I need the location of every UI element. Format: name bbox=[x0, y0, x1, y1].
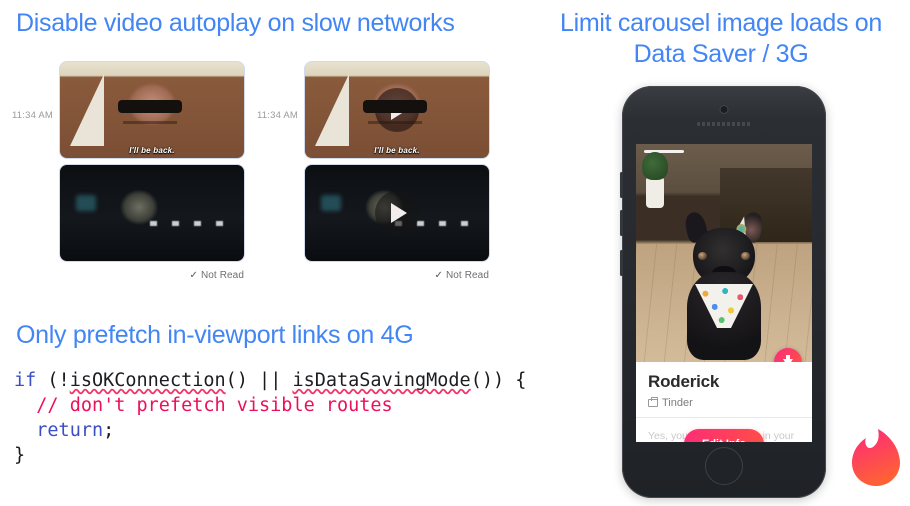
check-icon: ✓ bbox=[434, 270, 443, 281]
chat-column-click-to-play: 11:34 AM I'll be back. ✓ Not Read bbox=[255, 62, 500, 281]
page-title-code-section: Only prefetch in-viewport links on 4G bbox=[16, 321, 414, 349]
video-thumbnail[interactable]: I'll be back. bbox=[60, 62, 244, 158]
video-thumbnail[interactable]: I'll be back. bbox=[305, 62, 489, 158]
code-token: // don't prefetch visible routes bbox=[14, 395, 393, 416]
profile-name: Roderick bbox=[648, 372, 720, 391]
camera-icon bbox=[719, 105, 729, 114]
page-title-left: Disable video autoplay on slow networks bbox=[16, 9, 455, 37]
dog-eye-right bbox=[741, 252, 750, 260]
chat-column-autoplay: 11:34 AM I'll be back. ✓ Not Read bbox=[10, 62, 255, 281]
code-token: () || bbox=[225, 370, 293, 391]
home-button[interactable] bbox=[705, 447, 743, 485]
message-timestamp: 11:34 AM bbox=[257, 110, 299, 121]
play-icon[interactable] bbox=[375, 88, 419, 132]
code-token: return bbox=[36, 420, 104, 441]
message-status-label: Not Read bbox=[445, 270, 489, 281]
dog-eye-left bbox=[698, 252, 707, 260]
profile-source-label: Tinder bbox=[662, 397, 693, 409]
check-icon: ✓ bbox=[189, 270, 198, 281]
chat-message: 11:34 AM I'll be back. ✓ Not Read bbox=[10, 62, 255, 281]
profile-photo bbox=[636, 144, 812, 362]
message-timestamp: 11:34 AM bbox=[12, 110, 54, 121]
code-token: ()) { bbox=[470, 370, 527, 391]
code-token: isDataSavingMode bbox=[292, 370, 471, 391]
edit-info-button[interactable]: Edit Info bbox=[684, 429, 764, 442]
video-thumbnail-group: I'll be back. bbox=[60, 62, 244, 261]
speaker-grille bbox=[697, 122, 751, 126]
dog-subject bbox=[676, 210, 772, 362]
play-icon[interactable] bbox=[375, 191, 419, 235]
code-token: ; bbox=[103, 420, 115, 441]
code-line: return; bbox=[14, 418, 526, 443]
code-line: if (!isOKConnection() || isDataSavingMod… bbox=[14, 368, 526, 393]
chat-message: 11:34 AM I'll be back. ✓ Not Read bbox=[255, 62, 500, 281]
profile-bio: Yes, you can use Tinder in your browser,… bbox=[636, 418, 812, 442]
slide-root: Disable video autoplay on slow networks … bbox=[0, 0, 910, 506]
code-token: if bbox=[14, 370, 37, 391]
code-token: (! bbox=[36, 370, 70, 391]
profile-card-header: Roderick Tinder bbox=[636, 362, 812, 417]
code-line: } bbox=[14, 443, 526, 468]
briefcase-icon bbox=[648, 397, 658, 407]
phone-mockup: Roderick Tinder Yes, you can use Tinder … bbox=[620, 86, 826, 498]
video-thumbnail[interactable] bbox=[305, 165, 489, 261]
page-title-right: Limit carousel image loads on Data Saver… bbox=[559, 9, 883, 68]
code-token: } bbox=[14, 445, 26, 466]
video-caption: I'll be back. bbox=[129, 146, 175, 155]
video-caption: I'll be back. bbox=[374, 146, 420, 155]
code-block: if (!isOKConnection() || isDataSavingMod… bbox=[14, 368, 526, 468]
code-token: isOKConnection bbox=[69, 370, 226, 391]
photo-background-plant bbox=[642, 152, 668, 208]
message-status: ✓ Not Read bbox=[60, 268, 244, 281]
video-thumbnail-group: I'll be back. bbox=[305, 62, 489, 261]
video-thumbnail[interactable] bbox=[60, 165, 244, 261]
message-status: ✓ Not Read bbox=[305, 268, 489, 281]
code-line: // don't prefetch visible routes bbox=[14, 393, 526, 418]
profile-source: Tinder bbox=[648, 397, 800, 409]
message-status-label: Not Read bbox=[200, 270, 244, 281]
tinder-flame-logo bbox=[852, 429, 900, 486]
phone-screen: Roderick Tinder Yes, you can use Tinder … bbox=[636, 144, 812, 442]
